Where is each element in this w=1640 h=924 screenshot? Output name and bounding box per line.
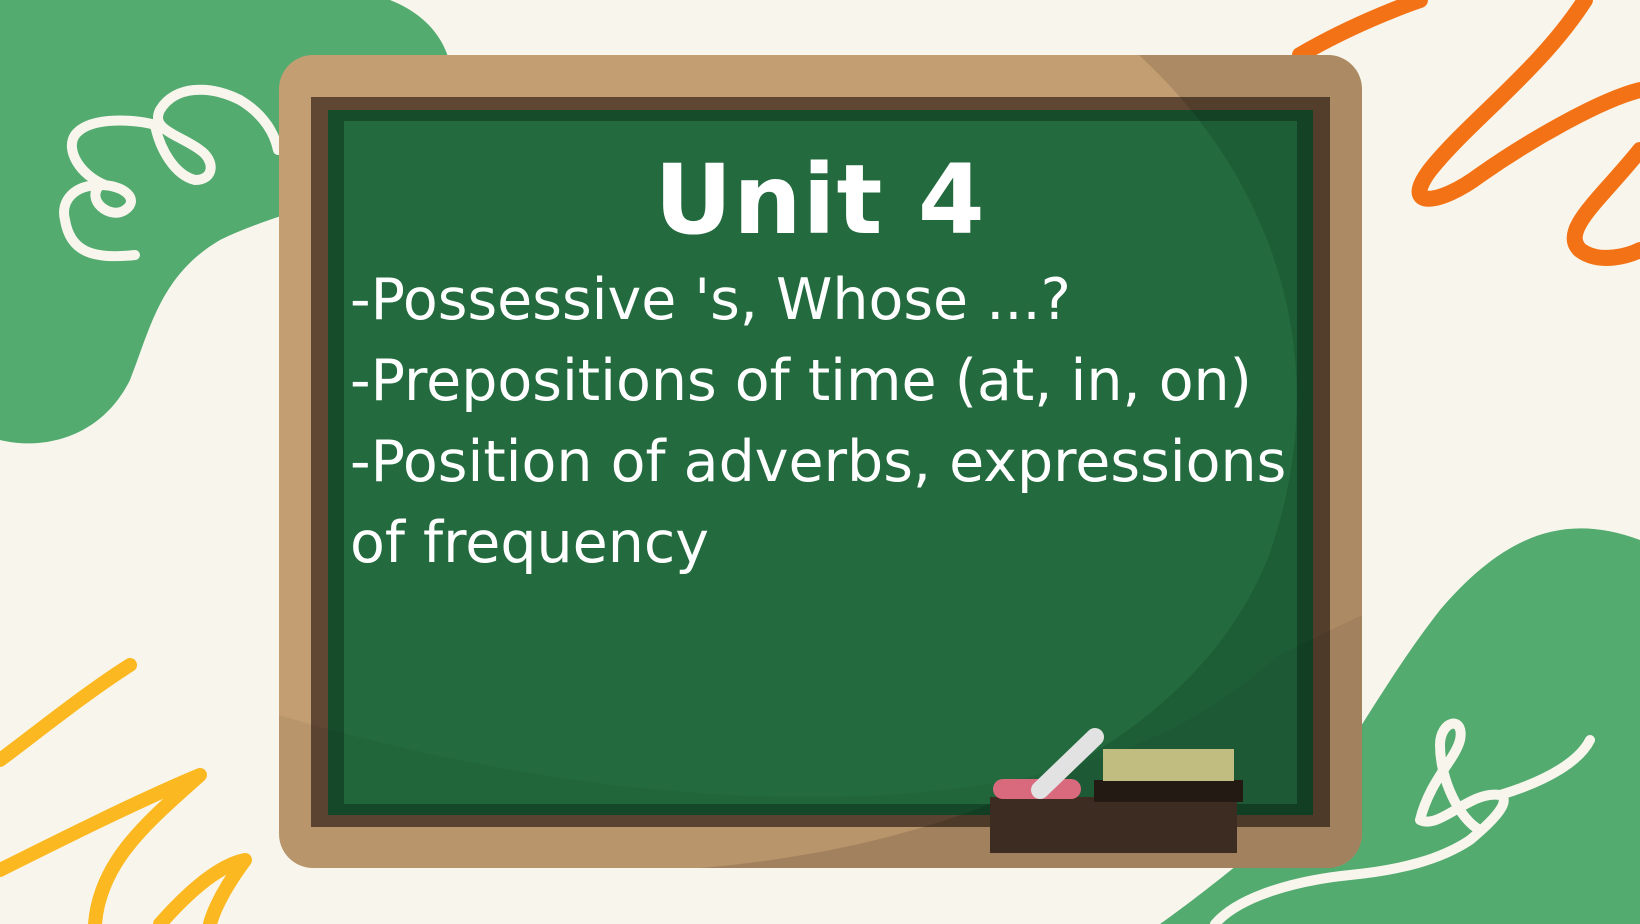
bottom-left-yellow-scribble <box>0 658 252 924</box>
topic-line: -Possessive 's, Whose ...? <box>350 267 1071 333</box>
chalkboard-text: Unit 4 -Possessive 's, Whose ...? -Prepo… <box>350 140 1290 584</box>
unit-title: Unit 4 <box>654 144 986 256</box>
topic-line: -Prepositions of time (at, in, on) <box>350 348 1252 414</box>
topic-line: -Position of adverbs, expressions of fre… <box>350 429 1287 576</box>
